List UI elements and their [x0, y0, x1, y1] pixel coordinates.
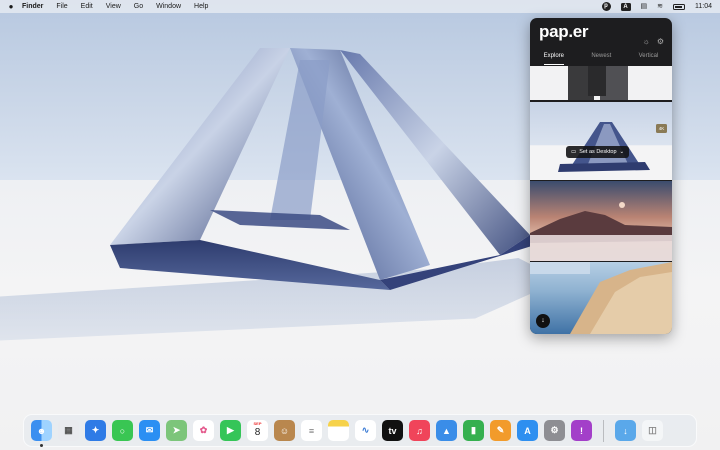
numbers-icon: ▮: [471, 425, 476, 435]
tab-vertical[interactable]: Vertical: [639, 53, 659, 65]
settings-gear-icon: ⚙: [550, 425, 559, 435]
photos-icon: ✿: [199, 425, 208, 435]
dock-safari[interactable]: ✦: [85, 420, 106, 441]
dock-trash[interactable]: ◫: [642, 420, 663, 441]
pyramid-thumbnail-image: [558, 122, 650, 172]
sun-icon[interactable]: ☼: [642, 37, 649, 46]
contacts-icon: ☺: [279, 425, 290, 436]
music-icon: ♫: [416, 425, 423, 436]
menu-bar: ● Finder File Edit View Go Window Help p…: [0, 0, 720, 13]
dock-notes[interactable]: [328, 420, 349, 441]
calendar-month: SEP: [253, 421, 262, 426]
glass-pyramid-sculpture: [110, 48, 535, 290]
dock-launchpad[interactable]: ▦: [58, 420, 79, 441]
paper-logo: pap.er: [539, 22, 589, 41]
set-as-desktop-label: Set as Desktop: [579, 149, 617, 155]
panel-header: pap.er ☼ ⚙ Explore Newest Vertical: [530, 18, 672, 66]
facetime-icon: ▶: [227, 425, 234, 435]
finder-icon: ☻: [36, 425, 47, 436]
dock-maps[interactable]: ➤: [166, 420, 187, 441]
pages-icon: ✎: [496, 425, 505, 435]
dock-numbers[interactable]: ▮: [463, 420, 484, 441]
set-as-desktop-button[interactable]: ▭ Set as Desktop ⌄: [566, 146, 630, 158]
chevron-down-icon[interactable]: ⌄: [620, 149, 625, 155]
dock-messages[interactable]: ○: [112, 420, 133, 441]
input-source-icon[interactable]: A: [620, 2, 631, 11]
paper-menubar-icon[interactable]: p: [601, 2, 611, 11]
dock-reminders[interactable]: ≡: [301, 420, 322, 441]
tab-newest[interactable]: Newest: [591, 53, 611, 65]
dock-downloads-folder[interactable]: ↓: [615, 420, 636, 441]
trash-icon: ◫: [648, 425, 657, 435]
wallpaper-thumbnail-mountain[interactable]: [530, 181, 672, 261]
coastal-town-thumbnail-image: [530, 262, 672, 334]
menu-go[interactable]: Go: [134, 3, 143, 10]
running-indicator: [40, 444, 43, 447]
menu-edit[interactable]: Edit: [81, 3, 93, 10]
menu-window[interactable]: Window: [156, 3, 181, 10]
wallpaper-thumbnail-pyramid[interactable]: 4K ▭ Set as Desktop ⌄: [530, 102, 672, 180]
app-menu-finder[interactable]: Finder: [22, 3, 43, 10]
feedback-icon: !: [580, 425, 583, 436]
wallpaper-thumbnail-fashion[interactable]: [530, 66, 672, 100]
launchpad-icon: ▦: [64, 425, 73, 435]
menu-help[interactable]: Help: [194, 3, 208, 10]
menu-file[interactable]: File: [56, 3, 67, 10]
mail-icon: ✉: [145, 425, 154, 435]
mountain-thumbnail-image: [530, 202, 672, 261]
status-area: p A ▤ ≋ 11:04: [601, 0, 712, 13]
dock-feedback-assistant[interactable]: !: [571, 420, 592, 441]
dock-tv[interactable]: tv: [382, 420, 403, 441]
dock-contacts[interactable]: ☺: [274, 420, 295, 441]
battery-icon[interactable]: [673, 3, 685, 10]
app-store-icon: A: [524, 425, 531, 436]
maps-icon: ➤: [172, 425, 181, 435]
freeform-icon: ∿: [361, 425, 370, 435]
folder-icon: ↓: [623, 425, 628, 436]
dock-mail[interactable]: ✉: [139, 420, 160, 441]
tab-explore[interactable]: Explore: [543, 53, 564, 65]
tv-icon: tv: [388, 425, 397, 436]
calendar-day: 8: [254, 427, 261, 438]
dock-separator: [603, 419, 604, 442]
paper-popover-panel: pap.er ☼ ⚙ Explore Newest Vertical 4K ▭ …: [530, 18, 672, 334]
safari-icon: ✦: [91, 425, 100, 435]
dock-facetime[interactable]: ▶: [220, 420, 241, 441]
dock-photos[interactable]: ✿: [193, 420, 214, 441]
dock-keynote[interactable]: ▲: [436, 420, 457, 441]
gear-icon[interactable]: ⚙: [657, 37, 664, 46]
panel-tabs: Explore Newest Vertical: [530, 53, 672, 65]
resolution-badge: 4K: [656, 124, 667, 133]
wifi-icon[interactable]: ≋: [657, 2, 663, 11]
fashion-photo-image: [568, 66, 628, 100]
control-center-icon[interactable]: ▤: [641, 2, 648, 11]
menu-view[interactable]: View: [106, 3, 121, 10]
dock-app-store[interactable]: A: [517, 420, 538, 441]
apple-menu-icon[interactable]: ●: [0, 2, 22, 11]
dock-finder[interactable]: ☻: [31, 420, 52, 447]
messages-icon: ○: [119, 425, 126, 436]
download-icon[interactable]: ↓: [536, 314, 550, 328]
display-icon: ▭: [571, 149, 577, 155]
menubar-clock[interactable]: 11:04: [695, 2, 712, 11]
dock-music[interactable]: ♫: [409, 420, 430, 441]
reminders-icon: ≡: [308, 425, 315, 436]
dock-pages[interactable]: ✎: [490, 420, 511, 441]
dock-freeform[interactable]: ∿: [355, 420, 376, 441]
dock-system-settings[interactable]: ⚙: [544, 420, 565, 441]
dock-calendar[interactable]: SEP 8: [247, 420, 268, 441]
dock: ☻ ▦ ✦ ○ ✉ ➤ ✿ ▶ SEP 8 ☺ ≡ ∿ tv ♫ ▲ ▮ ✎ A…: [23, 414, 697, 447]
wallpaper-thumbnail-coastal-town[interactable]: ↓: [530, 262, 672, 334]
keynote-icon: ▲: [442, 425, 451, 436]
